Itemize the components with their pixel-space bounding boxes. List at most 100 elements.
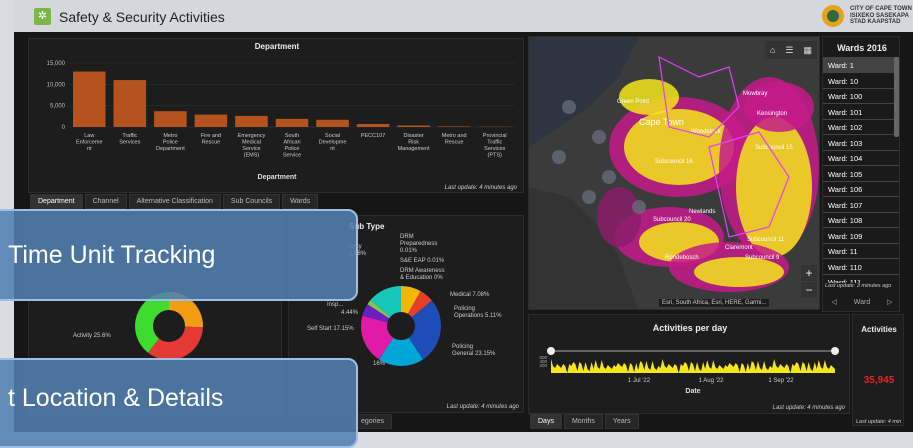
tab-categories[interactable]: egories [353,414,392,429]
zoom-in-button[interactable]: + [801,265,817,281]
tab-channel[interactable]: Channel [85,194,127,209]
map-label: Subcouncil 15 [755,145,793,151]
perday-chart: 6004002001 Jul '221 Aug '221 Sep '22Date [529,315,851,415]
x-tick-label: nt [330,146,335,152]
x-tick-label: Service [283,153,301,159]
ward-list-item[interactable]: Ward: 103 [823,135,899,151]
department-panel: Department15,00010,0005,0000LawEnforceme… [28,38,524,193]
wards-nav: ◁ Ward ▷ [823,293,901,311]
x-tick-label: Service [242,146,260,152]
bar [397,126,430,127]
map-label: Subcouncil 9 [745,255,780,261]
x-tick-label: Traffic [487,140,502,146]
subtype-tabs: egories [353,414,392,429]
basemap-icon[interactable]: ▦ [803,45,812,56]
x-tick-label: Services [119,140,140,146]
map-label: Subcouncil 20 [653,217,691,223]
overlay-time-tracking-text: Time Unit Tracking [8,241,215,269]
ward-list-item[interactable]: Ward: 100 [823,88,899,104]
heat-blob [694,257,784,287]
ward-nav-label: Ward [854,299,870,306]
wards-scrollbar[interactable] [894,57,899,137]
map-label: Newlands [689,209,715,215]
x-axis-label: Date [685,388,700,395]
heat-blob [619,79,679,115]
next-ward-icon[interactable]: ▷ [887,298,892,306]
label-policing-general: Policing General 23.15% [452,344,495,358]
wards-title: Wards 2016 [823,43,901,53]
wards-updated: Last update: 3 minutes ago [825,283,891,289]
map-toolbar: ⌂ ☰ ▦ [765,41,817,59]
tab-wards[interactable]: Wards [282,194,318,209]
x-tick-label: Enforceme [76,140,103,146]
perday-panel: Activities per day 6004002001 Jul '221 A… [528,314,850,414]
ward-list-item[interactable]: Ward: 102 [823,119,899,135]
heat-map[interactable]: Green PointCape TownWoodstockMowbrayKens… [529,37,820,310]
y-tick-label: 0 [62,125,66,131]
tab-alternative-classification[interactable]: Alternative Classification [129,194,221,209]
map-label: Mowbray [743,91,767,97]
label-medical: Medical 7.08% [450,292,489,298]
bar [114,80,147,127]
ward-list-item[interactable]: Ward: 107 [823,197,899,213]
department-updated: Last update: 4 minutes ago [445,185,517,191]
overlay-time-tracking: Time Unit Tracking [0,209,358,301]
ward-list-item[interactable]: Ward: 108 [823,212,899,228]
ward-list-item[interactable]: Ward: 104 [823,150,899,166]
x-tick-label: Metro [163,133,177,139]
map-label: Rondebosch [665,255,699,261]
ward-list-item[interactable]: Ward: 10 [823,73,899,89]
x-tick-label: Fire and [201,133,221,139]
tab-department[interactable]: Department [30,194,83,209]
bar [195,115,228,127]
ward-list-item[interactable]: Ward: 105 [823,166,899,182]
y-tick-label: 5,000 [50,104,66,110]
y-tick-label: 200 [539,363,547,368]
x-tick-label: (EMS) [244,153,260,159]
tab-months[interactable]: Months [564,414,603,429]
map-label: Subcouncil 11 [747,237,785,243]
activity-area [551,359,835,373]
x-tick-label: nt [87,146,92,152]
ward-list-item[interactable]: Ward: 106 [823,181,899,197]
ward-list-item[interactable]: Ward: 109 [823,228,899,244]
home-icon[interactable]: ⌂ [770,45,775,55]
time-slider-end-handle [831,347,839,355]
total-value: 35,945 [853,375,905,386]
tab-days[interactable]: Days [530,414,562,429]
ward-list-item[interactable]: Ward: 101 [823,104,899,120]
heat-blob [736,117,812,257]
label-16: 16% [373,361,385,367]
ward-list-item[interactable]: Ward: 110 [823,259,899,275]
zoom-out-button[interactable]: − [801,282,817,298]
prev-ward-icon[interactable]: ◁ [831,298,836,306]
bar [154,111,187,127]
total-panel: Activities 35,945 Last update: 4 min [852,314,904,426]
label-drm-preparedness: DRM Preparedness 0.01% [400,234,437,255]
wards-panel: Wards 2016 Ward: 1Ward: 10Ward: 100Ward:… [822,36,900,312]
ward-list-item[interactable]: Ward: 111 [823,274,899,283]
label-4-44: 4.44% [341,310,358,316]
map-panel[interactable]: Green PointCape TownWoodstockMowbrayKens… [528,36,820,310]
x-tick-label: Police [163,140,178,146]
label-sne-eap: S&E EAP 0.01% [400,258,444,264]
ward-list-item[interactable]: Ward: 11 [823,243,899,259]
tab-sub-councils[interactable]: Sub Councils [223,194,280,209]
legend-icon[interactable]: ☰ [785,45,793,56]
bar [73,72,106,127]
x-tick-label: Developme [319,140,347,146]
map-label: Subcouncil 16 [655,159,693,165]
x-tick-label: Rescue [202,140,221,146]
x-tick-label: Police [285,146,300,152]
heat-point [632,200,646,214]
x-axis-label: Department [258,174,298,181]
activity-label: Activity 25.6% [73,333,111,339]
x-tick-label: Services [484,146,505,152]
map-label: Green Point [617,99,649,105]
tab-years[interactable]: Years [605,414,639,429]
x-tick-label: Law [84,133,94,139]
x-tick-label: Rescue [445,140,464,146]
app-title: Safety & Security Activities [59,9,225,25]
ward-list-item[interactable]: Ward: 1 [823,57,899,73]
wards-list: Ward: 1Ward: 10Ward: 100Ward: 101Ward: 1… [823,57,901,283]
